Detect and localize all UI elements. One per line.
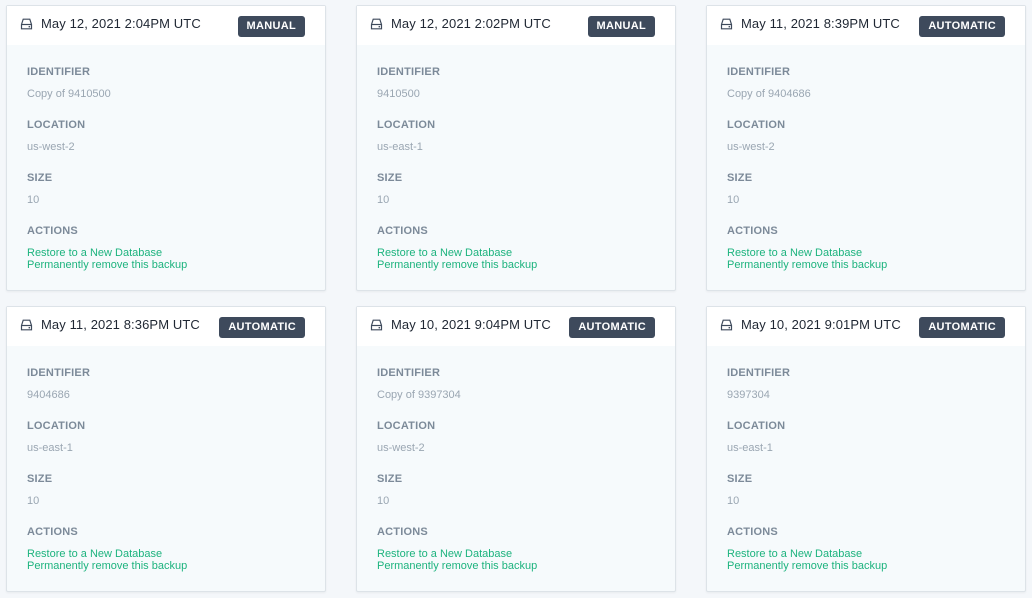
database-disk-icon — [370, 319, 383, 331]
backup-card-header: May 10, 2021 9:04PM UTC AUTOMATIC — [357, 307, 675, 346]
remove-backup-link[interactable]: Permanently remove this backup — [27, 560, 187, 572]
restore-link[interactable]: Restore to a New Database — [727, 548, 862, 560]
identifier-value: 9410500 — [377, 88, 420, 100]
location-value: us-east-1 — [27, 442, 73, 454]
location-value: us-west-2 — [377, 442, 425, 454]
backup-date: May 11, 2021 8:36PM UTC — [41, 317, 200, 332]
remove-backup-link[interactable]: Permanently remove this backup — [27, 259, 187, 271]
identifier-label: IDENTIFIER — [377, 367, 441, 379]
backup-type-badge: MANUAL — [587, 16, 655, 37]
database-disk-icon — [720, 18, 733, 30]
restore-link[interactable]: Restore to a New Database — [377, 548, 512, 560]
location-label: LOCATION — [727, 119, 786, 131]
restore-link[interactable]: Restore to a New Database — [27, 548, 162, 560]
actions-label: ACTIONS — [377, 225, 428, 237]
backup-card-header: May 11, 2021 8:39PM UTC AUTOMATIC — [707, 6, 1025, 45]
backup-date: May 12, 2021 2:02PM UTC — [391, 16, 551, 31]
backup-date: May 11, 2021 8:39PM UTC — [741, 16, 900, 31]
actions-label: ACTIONS — [727, 225, 778, 237]
location-label: LOCATION — [377, 420, 436, 432]
size-value: 10 — [727, 495, 740, 507]
identifier-label: IDENTIFIER — [377, 66, 441, 78]
backup-card: May 11, 2021 8:36PM UTC AUTOMATIC IDENTI… — [6, 306, 326, 592]
backup-date: May 12, 2021 2:04PM UTC — [41, 16, 201, 31]
size-value: 10 — [377, 495, 390, 507]
identifier-label: IDENTIFIER — [727, 367, 791, 379]
remove-backup-link[interactable]: Permanently remove this backup — [727, 259, 887, 271]
backup-card-header: May 12, 2021 2:02PM UTC MANUAL — [357, 6, 675, 45]
backup-card-header: May 11, 2021 8:36PM UTC AUTOMATIC — [7, 307, 325, 346]
location-label: LOCATION — [27, 420, 86, 432]
remove-backup-link[interactable]: Permanently remove this backup — [377, 259, 537, 271]
location-value: us-east-1 — [377, 141, 423, 153]
remove-backup-link[interactable]: Permanently remove this backup — [727, 560, 887, 572]
location-label: LOCATION — [27, 119, 86, 131]
restore-link[interactable]: Restore to a New Database — [27, 247, 162, 259]
size-value: 10 — [27, 495, 40, 507]
backup-card: May 10, 2021 9:04PM UTC AUTOMATIC IDENTI… — [356, 306, 676, 592]
database-disk-icon — [720, 319, 733, 331]
location-value: us-west-2 — [27, 141, 75, 153]
backup-type-badge: AUTOMATIC — [569, 317, 655, 338]
backup-card-header: May 10, 2021 9:01PM UTC AUTOMATIC — [707, 307, 1025, 346]
backup-type-badge: AUTOMATIC — [919, 317, 1005, 338]
size-label: SIZE — [27, 172, 53, 184]
backup-card: May 10, 2021 9:01PM UTC AUTOMATIC IDENTI… — [706, 306, 1026, 592]
backup-card: May 11, 2021 8:39PM UTC AUTOMATIC IDENTI… — [706, 5, 1026, 291]
identifier-label: IDENTIFIER — [27, 367, 91, 379]
size-label: SIZE — [27, 473, 53, 485]
backup-type-badge: AUTOMATIC — [219, 317, 305, 338]
backup-date: May 10, 2021 9:04PM UTC — [391, 317, 551, 332]
backup-date: May 10, 2021 9:01PM UTC — [741, 317, 901, 332]
backup-card: May 12, 2021 2:04PM UTC MANUAL IDENTIFIE… — [6, 5, 326, 291]
size-value: 10 — [377, 194, 390, 206]
actions-label: ACTIONS — [27, 526, 78, 538]
size-label: SIZE — [377, 473, 403, 485]
backup-type-badge: MANUAL — [237, 16, 305, 37]
restore-link[interactable]: Restore to a New Database — [377, 247, 512, 259]
backup-card: May 12, 2021 2:02PM UTC MANUAL IDENTIFIE… — [356, 5, 676, 291]
identifier-value: 9397304 — [727, 389, 770, 401]
database-disk-icon — [20, 18, 33, 30]
database-disk-icon — [370, 18, 383, 30]
location-label: LOCATION — [727, 420, 786, 432]
size-value: 10 — [727, 194, 740, 206]
actions-label: ACTIONS — [27, 225, 78, 237]
remove-backup-link[interactable]: Permanently remove this backup — [377, 560, 537, 572]
identifier-value: 9404686 — [27, 389, 70, 401]
size-value: 10 — [27, 194, 40, 206]
identifier-value: Copy of 9404686 — [727, 88, 811, 100]
actions-label: ACTIONS — [727, 526, 778, 538]
backup-card-grid: May 12, 2021 2:04PM UTC MANUAL IDENTIFIE… — [6, 5, 1026, 592]
location-value: us-east-1 — [727, 442, 773, 454]
size-label: SIZE — [727, 473, 753, 485]
size-label: SIZE — [727, 172, 753, 184]
identifier-label: IDENTIFIER — [727, 66, 791, 78]
restore-link[interactable]: Restore to a New Database — [727, 247, 862, 259]
identifier-label: IDENTIFIER — [27, 66, 91, 78]
backup-card-header: May 12, 2021 2:04PM UTC MANUAL — [7, 6, 325, 45]
location-value: us-west-2 — [727, 141, 775, 153]
actions-label: ACTIONS — [377, 526, 428, 538]
database-disk-icon — [20, 319, 33, 331]
identifier-value: Copy of 9397304 — [377, 389, 461, 401]
location-label: LOCATION — [377, 119, 436, 131]
size-label: SIZE — [377, 172, 403, 184]
backup-type-badge: AUTOMATIC — [919, 16, 1005, 37]
identifier-value: Copy of 9410500 — [27, 88, 111, 100]
